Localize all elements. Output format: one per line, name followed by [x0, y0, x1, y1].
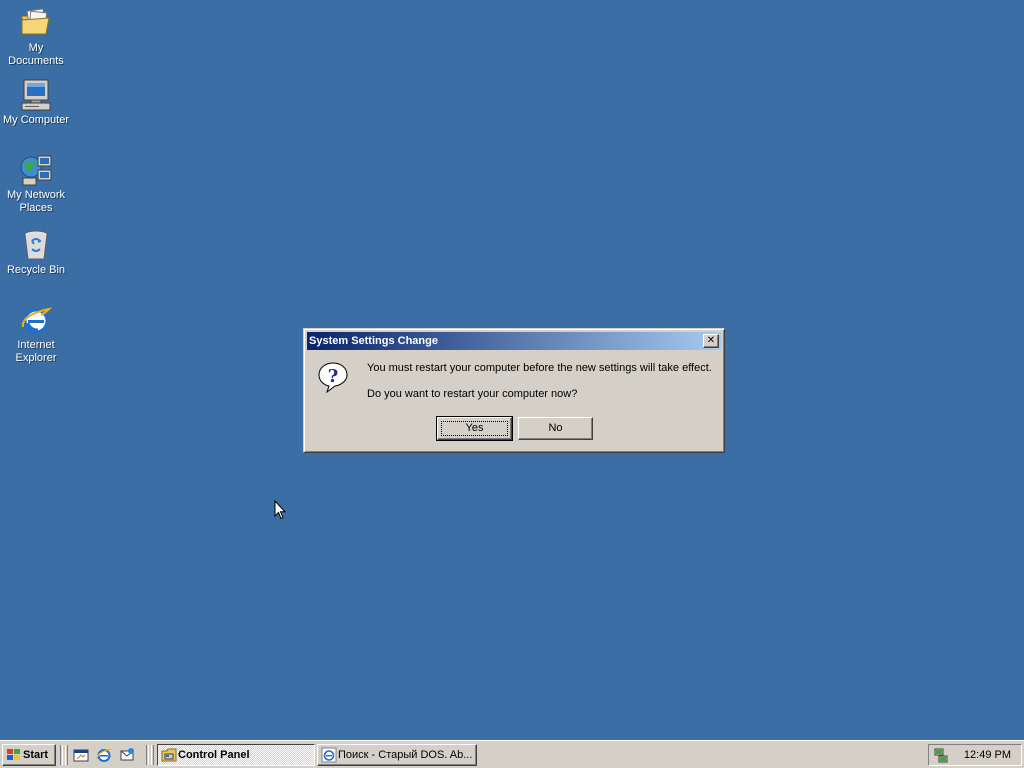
- dialog-titlebar[interactable]: System Settings Change ✕: [307, 332, 721, 350]
- desktop-icon-recycle-bin[interactable]: Recycle Bin: [0, 226, 72, 277]
- task-label: Control Panel: [178, 749, 250, 761]
- desktop-icon-label: Internet Explorer: [15, 339, 57, 364]
- internet-explorer-icon: [21, 307, 53, 334]
- yes-button[interactable]: Yes: [436, 416, 513, 441]
- desktop-icon-my-computer[interactable]: My Computer: [0, 76, 72, 127]
- dialog-close-button[interactable]: ✕: [703, 334, 719, 348]
- mouse-cursor-icon: [274, 500, 286, 520]
- desktop: My Documents My Computer My Network Plac…: [0, 0, 1024, 740]
- desktop-icon-internet-explorer[interactable]: Internet Explorer: [0, 301, 72, 365]
- internet-explorer-icon[interactable]: [96, 747, 112, 763]
- desktop-icon-my-documents[interactable]: My Documents: [0, 4, 72, 68]
- my-documents-icon: [21, 8, 50, 35]
- dialog-message-line2: Do you want to restart your computer now…: [367, 388, 578, 400]
- desktop-icon-label: My Computer: [2, 114, 70, 126]
- desktop-icon-label: My Documents: [8, 42, 64, 67]
- my-computer-icon: [21, 79, 51, 111]
- control-panel-icon: [161, 748, 177, 762]
- desktop-icon-my-network-places[interactable]: My Network Places: [0, 151, 72, 215]
- desktop-icon-label: Recycle Bin: [6, 264, 66, 276]
- desktop-icon-label: My Network Places: [6, 189, 66, 214]
- svg-text:?: ?: [328, 366, 339, 387]
- no-button-label: No: [548, 422, 563, 434]
- my-network-places-icon: [20, 155, 52, 186]
- outlook-express-icon[interactable]: [119, 747, 135, 763]
- task-label: Поиск - Старый DOS. Ab...: [338, 749, 473, 761]
- question-icon: ?: [318, 362, 348, 393]
- show-desktop-icon[interactable]: [73, 747, 89, 763]
- windows-logo-icon: [7, 749, 20, 760]
- quick-launch-grip[interactable]: [65, 745, 68, 765]
- clock[interactable]: 12:49 PM: [964, 745, 1011, 765]
- recycle-bin-icon: [24, 230, 48, 260]
- start-button[interactable]: Start: [2, 744, 56, 766]
- network-tray-icon[interactable]: [933, 747, 949, 763]
- dialog-message-line1: You must restart your computer before th…: [367, 362, 712, 374]
- taskbar-separator: [146, 745, 149, 765]
- start-label: Start: [23, 749, 49, 761]
- dialog-title: System Settings Change: [309, 335, 438, 347]
- close-icon: ✕: [706, 335, 716, 346]
- taskbar: Start Control Panel Поиск - Старый DOS. …: [0, 740, 1024, 768]
- system-settings-change-dialog: System Settings Change ✕ ? You must rest…: [303, 328, 725, 453]
- task-button-browser[interactable]: Поиск - Старый DOS. Ab...: [317, 744, 477, 766]
- task-button-control-panel[interactable]: Control Panel: [157, 744, 315, 766]
- internet-explorer-icon: [321, 747, 337, 763]
- taskbar-separator: [60, 745, 63, 765]
- task-area-grip[interactable]: [151, 745, 154, 765]
- no-button[interactable]: No: [518, 417, 593, 440]
- system-tray: 12:49 PM: [928, 744, 1022, 766]
- focus-rect: [441, 421, 508, 436]
